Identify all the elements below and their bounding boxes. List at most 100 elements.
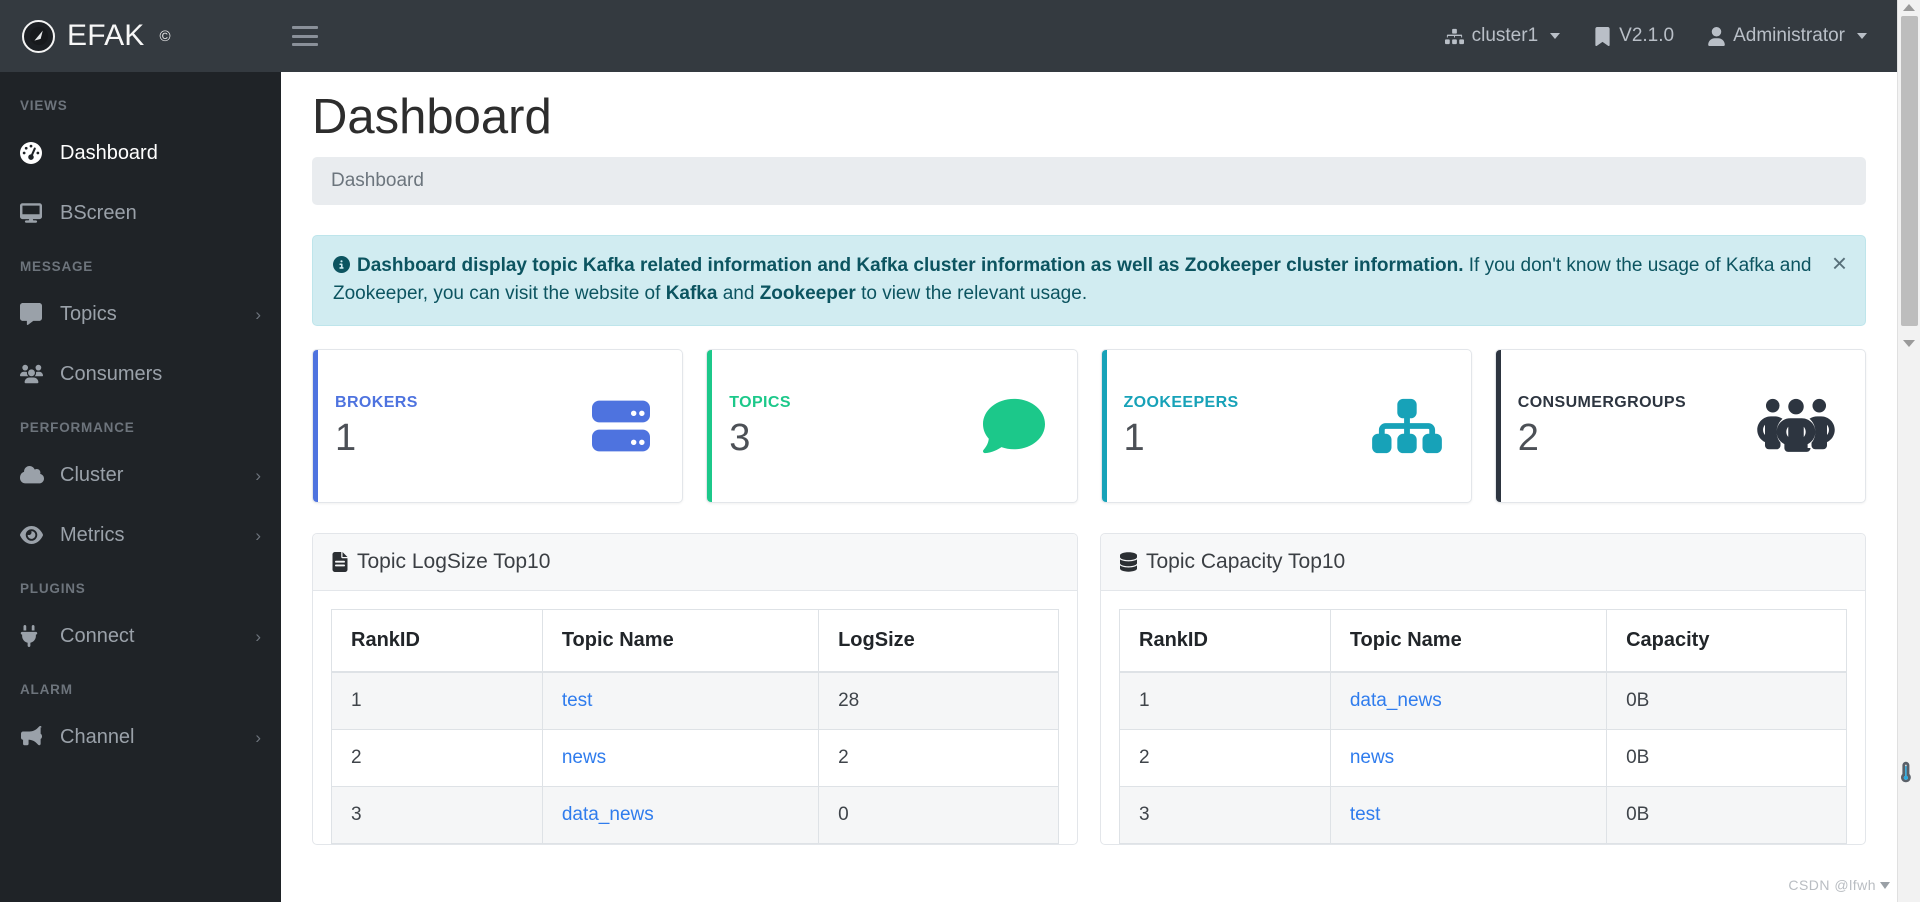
hamburger-bar	[292, 43, 318, 46]
stat-card-text: ZOOKEEPERS 1	[1124, 394, 1239, 457]
topic-link[interactable]: test	[1350, 804, 1381, 825]
topic-link[interactable]: data_news	[562, 804, 654, 825]
topic-link[interactable]: news	[562, 747, 606, 768]
sidebar-group-title-views: VIEWS	[20, 98, 68, 113]
chevron-down-icon	[1550, 33, 1561, 39]
brand-logo-area[interactable]: EFAK ©	[0, 0, 281, 72]
stat-card-label: BROKERS	[335, 394, 418, 412]
cell-rankid: 2	[331, 728, 543, 787]
version-indicator[interactable]: V2.1.0	[1594, 25, 1674, 47]
panel-topic-capacity: Topic Capacity Top10 RankID Topic Name C…	[1100, 532, 1866, 845]
panel-body: RankID Topic Name Capacity 1 data_news 0…	[1101, 591, 1865, 844]
stat-card-zookeepers[interactable]: ZOOKEEPERS 1	[1100, 348, 1472, 503]
scroll-down-arrow-icon[interactable]	[1903, 340, 1915, 347]
cell-rankid: 3	[331, 785, 543, 844]
bookmark-icon	[1595, 26, 1610, 46]
scrollbar-thumb[interactable]	[1901, 16, 1918, 326]
panel-topic-logsize: Topic LogSize Top10 RankID Topic Name Lo…	[312, 532, 1078, 845]
table-body: 1 test 28 2 news 2 3 data_news 0	[331, 671, 1059, 844]
caret-down-icon	[1880, 881, 1890, 889]
page-title: Dashboard	[312, 90, 552, 144]
table-row: 2 news 2	[331, 728, 1059, 787]
chevron-right-icon: ›	[255, 465, 261, 485]
chevron-right-icon: ›	[255, 525, 261, 545]
topic-link[interactable]: news	[1350, 747, 1394, 768]
watermark: CSDN @lfwh	[1788, 877, 1890, 893]
cell-rankid: 2	[1119, 728, 1331, 787]
sidebar-item-topics[interactable]: Topics ›	[0, 284, 281, 344]
breadcrumb-current: Dashboard	[331, 170, 424, 192]
info-alert-banner: Dashboard display topic Kafka related in…	[312, 235, 1866, 326]
efak-logo-icon	[22, 19, 55, 53]
table-header-row: RankID Topic Name Capacity	[1119, 608, 1847, 673]
sidebar-toggle-button[interactable]	[292, 26, 318, 46]
panel-body: RankID Topic Name LogSize 1 test 28 2 ne…	[313, 591, 1077, 844]
alert-strong-text: Dashboard display topic Kafka related in…	[357, 255, 1464, 277]
stat-card-brokers[interactable]: BROKERS 1	[312, 348, 684, 503]
stat-card-label: CONSUMERGROUPS	[1517, 394, 1687, 412]
user-menu[interactable]: Administrator	[1708, 25, 1867, 47]
file-alt-icon	[332, 551, 357, 572]
version-label: V2.1.0	[1619, 25, 1675, 46]
table-row: 3 test 0B	[1119, 785, 1847, 844]
panels-row: Topic LogSize Top10 RankID Topic Name Lo…	[312, 532, 1866, 845]
sidebar-item-connect[interactable]: Connect ›	[0, 606, 281, 666]
table-body: 1 data_news 0B 2 news 0B 3 test 0B	[1119, 671, 1847, 844]
sidebar-item-label: Metrics	[60, 523, 125, 546]
sidebar-item-consumers[interactable]: Consumers	[0, 344, 281, 404]
brand-copyright: ©	[159, 27, 171, 45]
database-icon	[1120, 552, 1146, 572]
sidebar-item-label: Dashboard	[60, 141, 158, 164]
application-window: EFAK © cluster1 V2.1.0 Administrator VIE…	[0, 0, 1920, 902]
panel-header: Topic LogSize Top10	[313, 533, 1077, 591]
cloud-icon	[20, 464, 48, 486]
sidebar-group-title-message: MESSAGE	[20, 259, 94, 274]
sidebar-group-title-alarm: ALARM	[20, 682, 73, 697]
table-header: RankID Topic Name Capacity	[1119, 608, 1847, 673]
watermark-text: CSDN @lfwh	[1788, 877, 1876, 893]
cell-capacity: 0B	[1606, 728, 1847, 787]
hamburger-bar	[292, 26, 318, 29]
cell-topicname: test	[541, 671, 820, 730]
brand-name: EFAK	[67, 19, 145, 52]
stat-card-value: 1	[1123, 417, 1145, 460]
cell-rankid: 1	[331, 671, 543, 730]
group-icon	[1754, 395, 1838, 457]
sidebar-item-cluster[interactable]: Cluster ›	[0, 445, 281, 505]
monitor-icon	[20, 202, 48, 224]
panel-title: Topic Capacity Top10	[1146, 549, 1346, 573]
eye-icon	[20, 524, 48, 546]
sidebar-item-dashboard[interactable]: Dashboard	[0, 123, 281, 183]
close-icon[interactable]: ×	[1832, 250, 1847, 276]
chevron-right-icon: ›	[255, 304, 261, 324]
cell-topicname: data_news	[541, 785, 820, 844]
stat-card-topics[interactable]: TOPICS 3	[706, 348, 1078, 503]
sidebar-item-label: Cluster	[60, 463, 124, 486]
stat-card-text: TOPICS 3	[729, 394, 791, 457]
alert-zookeeper-link[interactable]: Zookeeper	[760, 283, 856, 304]
table-header: RankID Topic Name LogSize	[331, 608, 1059, 673]
sidebar-item-bscreen[interactable]: BScreen	[0, 183, 281, 243]
sidebar-item-metrics[interactable]: Metrics ›	[0, 505, 281, 565]
alert-kafka-link[interactable]: Kafka	[666, 283, 718, 304]
hamburger-bar	[292, 34, 318, 38]
sidebar-item-channel[interactable]: Channel ›	[0, 707, 281, 767]
users-icon	[20, 363, 48, 385]
table-header-row: RankID Topic Name LogSize	[331, 608, 1059, 673]
stat-card-consumergroups[interactable]: CONSUMERGROUPS 2	[1494, 348, 1866, 503]
topic-capacity-table: RankID Topic Name Capacity 1 data_news 0…	[1119, 608, 1847, 844]
cell-logsize: 28	[818, 671, 1059, 730]
topic-link[interactable]: data_news	[1350, 690, 1442, 711]
topic-link[interactable]: test	[562, 690, 593, 711]
scroll-up-arrow-icon[interactable]	[1903, 4, 1915, 11]
column-header-topicname: Topic Name	[1329, 608, 1608, 673]
chevron-down-icon	[1857, 33, 1867, 39]
sitemap-icon	[1370, 395, 1444, 457]
cell-topicname: news	[541, 728, 820, 787]
cluster-selector[interactable]: cluster1	[1444, 25, 1561, 47]
stat-cards-row: BROKERS 1 TOPICS 3 ZOOKEEPERS 1 CONSUMER…	[312, 348, 1866, 503]
comment-icon	[20, 303, 48, 325]
sidebar-item-label: Channel	[60, 725, 135, 748]
cell-capacity: 0B	[1606, 671, 1847, 730]
cell-topicname: data_news	[1329, 671, 1608, 730]
